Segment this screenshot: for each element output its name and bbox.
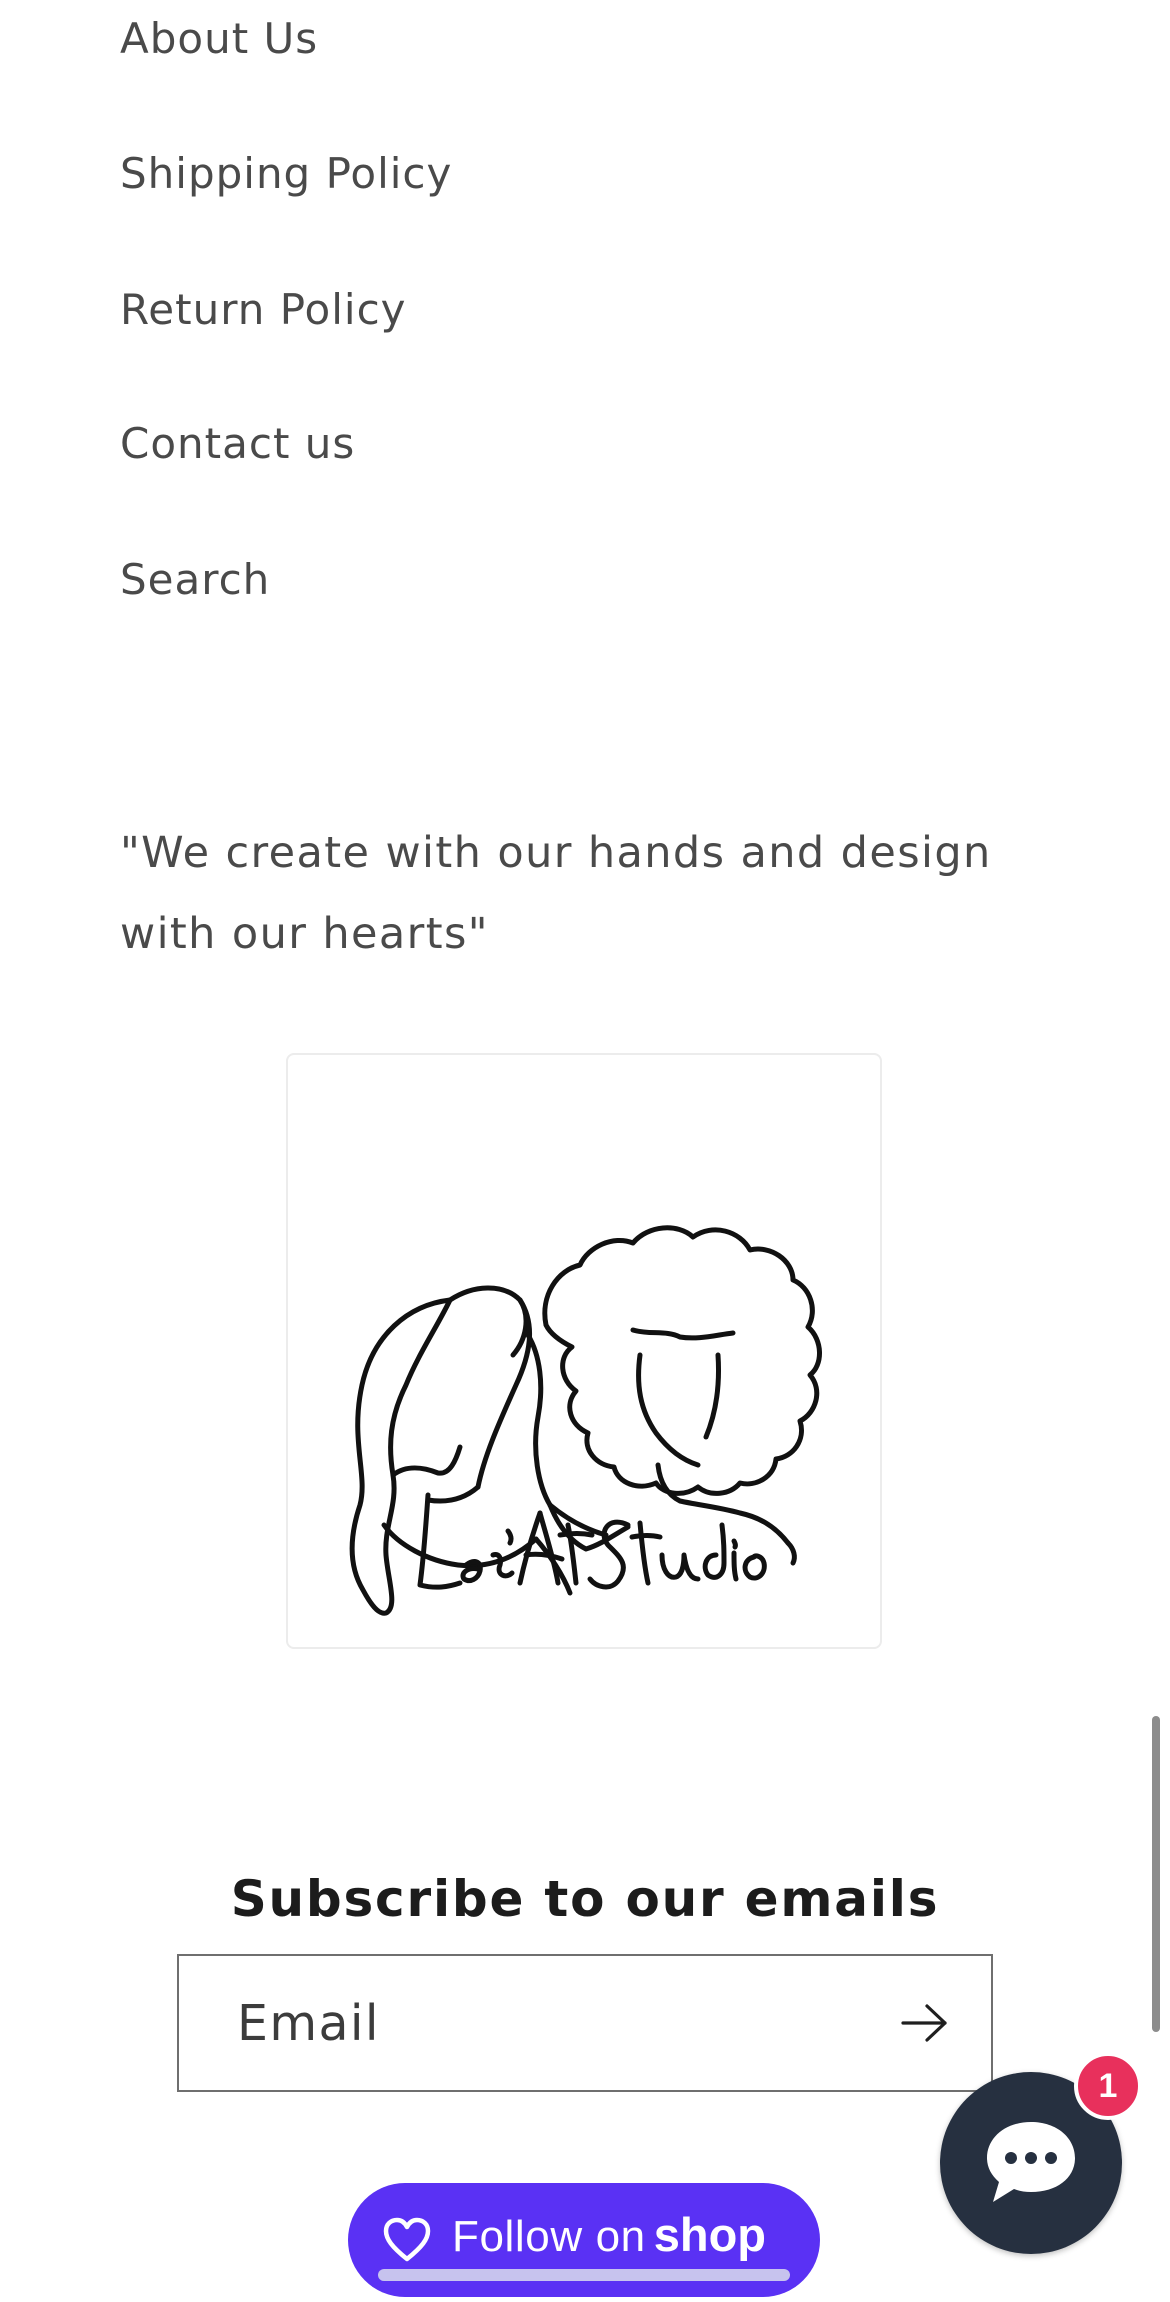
brand-quote: "We create with our hands and design wit… xyxy=(120,828,992,959)
follow-on-shop-button[interactable]: Follow on shop xyxy=(348,2183,820,2297)
arrow-right-icon[interactable] xyxy=(899,2000,951,2046)
email-field[interactable] xyxy=(237,1956,837,2090)
footer-link-about-us[interactable]: About Us xyxy=(120,14,318,64)
footer-link-contact-us[interactable]: Contact us xyxy=(120,419,355,469)
scrollbar-thumb[interactable] xyxy=(1152,1716,1160,2032)
newsletter-heading: Subscribe to our emails xyxy=(230,1869,940,1928)
logo-illustration xyxy=(349,1225,822,1616)
brand-logo xyxy=(286,1053,882,1649)
footer-link-return-policy[interactable]: Return Policy xyxy=(120,285,407,335)
footer-link-shipping-policy[interactable]: Shipping Policy xyxy=(120,149,452,199)
chat-bubble-icon xyxy=(987,2122,1075,2202)
follow-on-text: Follow on xyxy=(452,2212,646,2261)
shop-wordmark: shop xyxy=(653,2208,766,2261)
follow-button-underline xyxy=(378,2269,790,2281)
newsletter-form xyxy=(177,1954,993,2092)
heart-icon xyxy=(382,2217,432,2263)
chat-unread-badge: 1 xyxy=(1074,2052,1142,2120)
follow-label: Follow on shop xyxy=(452,2207,766,2262)
footer-link-search[interactable]: Search xyxy=(120,555,270,605)
